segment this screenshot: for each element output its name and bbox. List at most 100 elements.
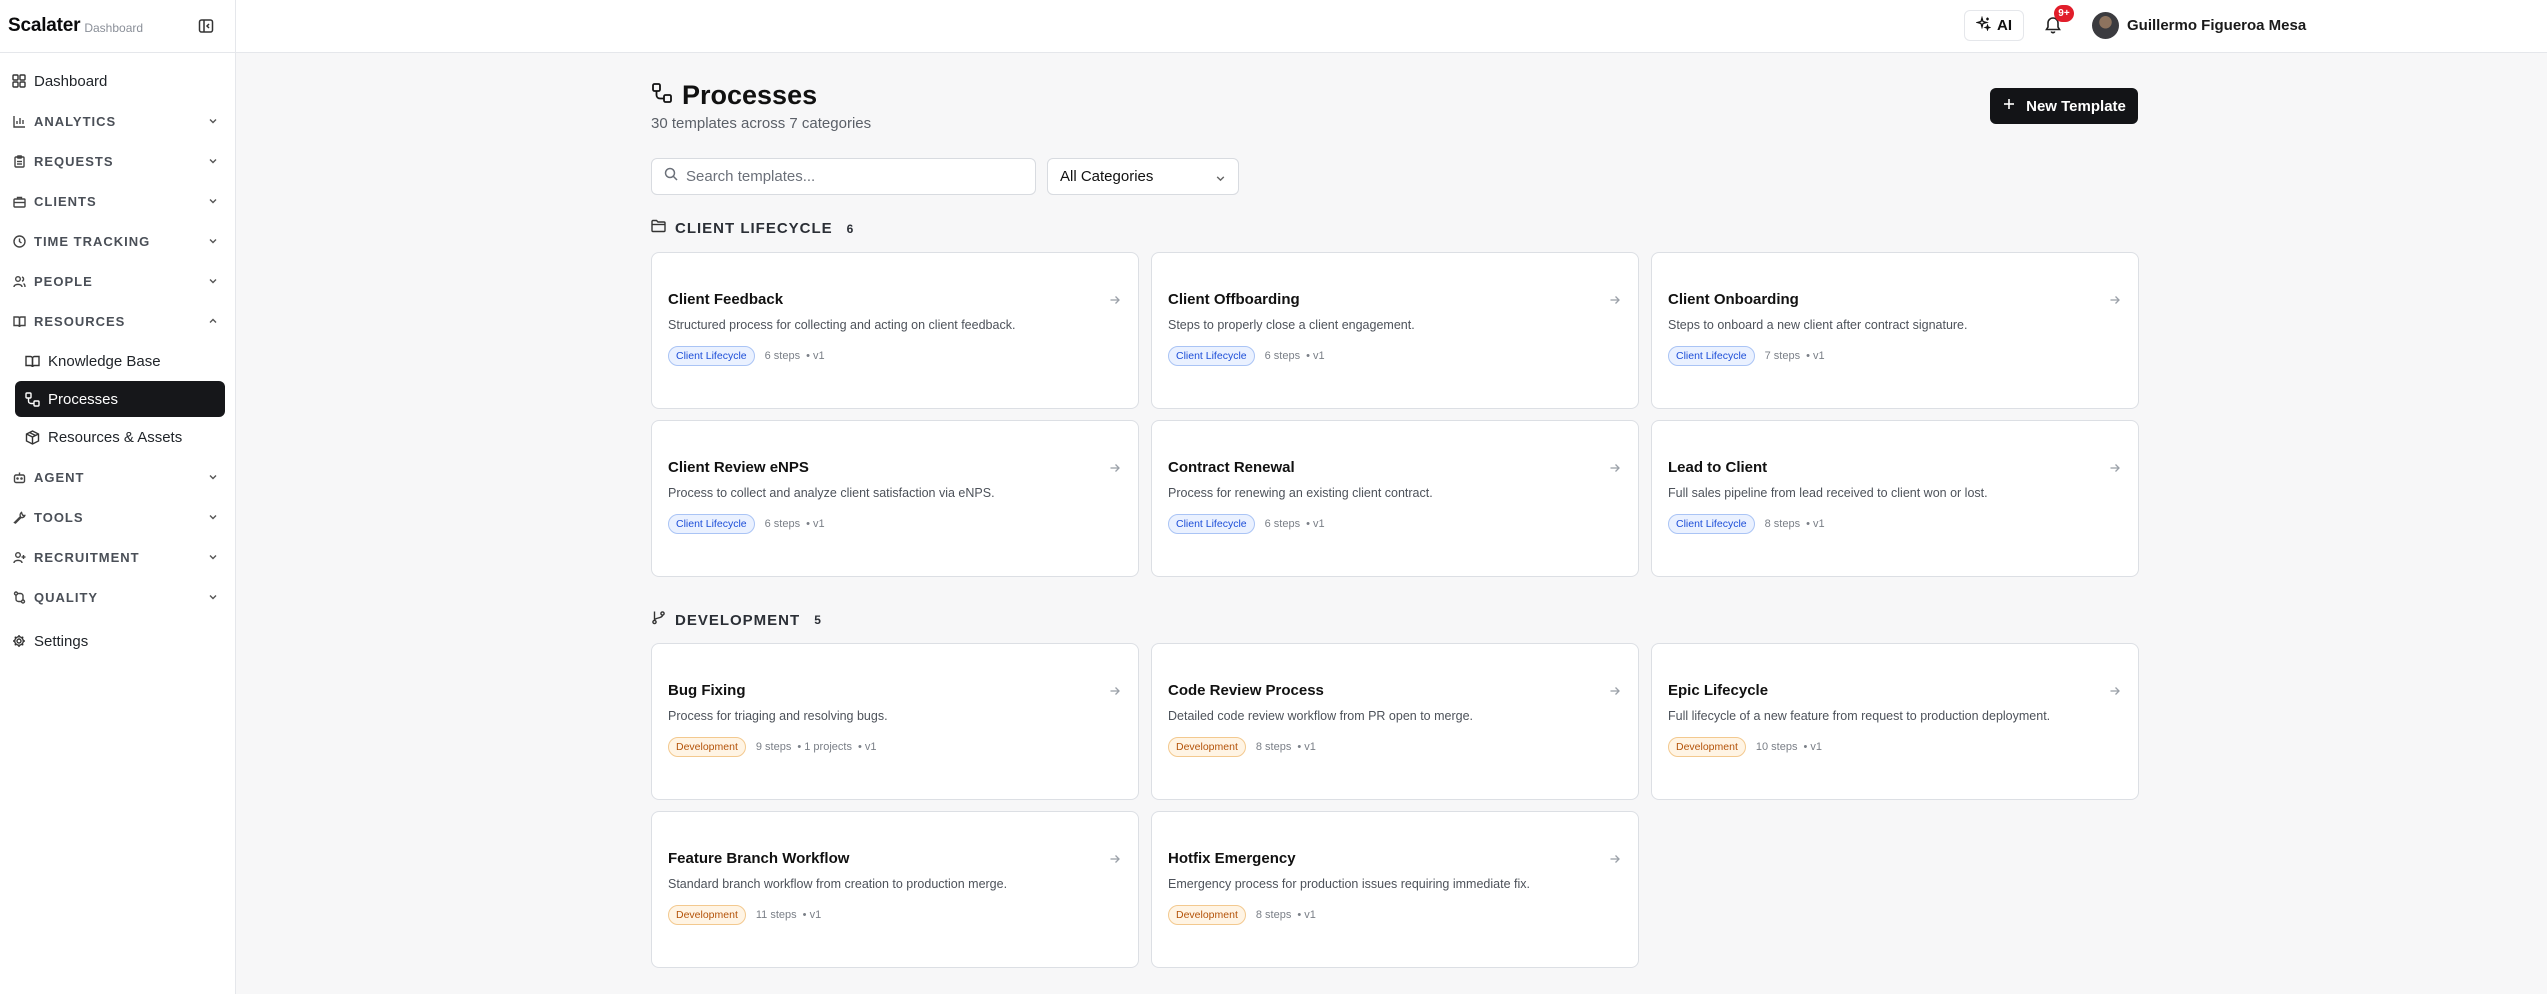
arrow-right-icon [2109,293,2121,311]
sidebar-section-requests[interactable]: REQUESTS [0,141,235,181]
sidebar-item-knowledge-base[interactable]: Knowledge Base [15,343,225,379]
arrow-right-icon [1109,852,1121,870]
version-label: • v1 [802,909,822,921]
template-card[interactable]: Client Feedback Structured process for c… [651,252,1139,409]
card-description: Process to collect and analyze client sa… [668,486,995,500]
version-label: • v1 [806,518,825,530]
folder-icon [651,219,666,238]
search-icon [664,167,678,186]
grid-icon [12,74,26,88]
sidebar-item-processes[interactable]: Processes [15,381,225,417]
card-title: Contract Renewal [1168,459,1295,476]
chevron-up-icon [206,314,220,328]
category-tag: Development [1168,737,1246,757]
sidebar-section-recruitment[interactable]: RECRUITMENT [0,537,235,577]
version-label: • v1 [857,741,877,753]
sidebar-item-label: Processes [48,390,119,408]
card-title: Bug Fixing [668,682,746,699]
sidebar-item-label: Resources & Assets [48,428,183,446]
arrow-right-icon [2109,461,2121,479]
card-meta: Development 11 steps • v1 [668,905,821,925]
sidebar-nav: Dashboard ANALYTICS REQUESTS CLIENTS TIM… [0,53,235,661]
sidebar-item-resources-assets[interactable]: Resources & Assets [15,419,225,455]
template-card[interactable]: Bug Fixing Process for triaging and reso… [651,643,1139,800]
user-name[interactable]: Guillermo Figueroa Mesa [2127,17,2306,34]
ai-button[interactable]: AI [1964,10,2024,41]
steps-count: 9 steps [755,741,792,753]
sidebar-section-people[interactable]: PEOPLE [0,261,235,301]
sidebar-section-label: RESOURCES [34,313,126,329]
sidebar-item-label: Dashboard [34,72,108,90]
card-description: Detailed code review workflow from PR op… [1168,709,1473,723]
card-meta: Development 10 steps • v1 [1668,737,1822,757]
category-tag: Client Lifecycle [1168,346,1255,366]
clipboard-icon [12,154,26,168]
page-subtitle: 30 templates across 7 categories [651,115,872,132]
sidebar-section-quality[interactable]: QUALITY [0,577,235,617]
category-tag: Client Lifecycle [668,346,755,366]
plus-icon [2002,97,2016,116]
sidebar-section-clients[interactable]: CLIENTS [0,181,235,221]
page-title: Processes [682,80,818,110]
template-card[interactable]: Client Offboarding Steps to properly clo… [1151,252,1639,409]
card-meta: Development 8 steps • v1 [1168,905,1316,925]
steps-count: 10 steps [1755,741,1798,753]
steps-count: 8 steps [1764,518,1801,530]
chevron-down-icon [206,154,220,168]
sidebar-section-label: PEOPLE [34,273,93,289]
category-tag: Development [1668,737,1746,757]
card-meta: Client Lifecycle 6 steps • v1 [1168,514,1325,534]
sidebar-section-tools[interactable]: TOOLS [0,497,235,537]
sidebar-section-label: AGENT [34,469,85,485]
chevron-down-icon [206,114,220,128]
avatar[interactable] [2092,12,2119,39]
sidebar-section-agent[interactable]: AGENT [0,457,235,497]
steps-count: 6 steps [1264,350,1301,362]
template-card[interactable]: Code Review Process Detailed code review… [1151,643,1639,800]
category-tag: Development [668,737,746,757]
arrow-right-icon [1109,461,1121,479]
bar-chart-icon [12,114,26,128]
sidebar-section-analytics[interactable]: ANALYTICS [0,101,235,141]
template-card[interactable]: Lead to Client Full sales pipeline from … [1651,420,2139,577]
group-header-client-lifecycle: CLIENT LIFECYCLE 6 [651,219,853,238]
category-select[interactable]: All Categories [1047,158,1239,195]
version-label: • v1 [1806,350,1825,362]
template-card[interactable]: Epic Lifecycle Full lifecycle of a new f… [1651,643,2139,800]
sidebar-item-dashboard[interactable]: Dashboard [0,61,235,101]
sidebar-toggle-icon[interactable] [196,16,216,36]
search-input[interactable] [686,168,1006,185]
card-description: Emergency process for production issues … [1168,877,1530,891]
version-label: • v1 [806,350,825,362]
template-card[interactable]: Hotfix Emergency Emergency process for p… [1151,811,1639,968]
sidebar-item-settings[interactable]: Settings [0,621,235,661]
card-title: Epic Lifecycle [1668,682,1769,699]
sidebar-item-label: Settings [34,632,89,650]
wrench-icon [12,510,26,524]
steps-count: 6 steps [764,350,801,362]
template-card[interactable]: Feature Branch Workflow Standard branch … [651,811,1139,968]
template-card[interactable]: Client Onboarding Steps to onboard a new… [1651,252,2139,409]
template-card[interactable]: Contract Renewal Process for renewing an… [1151,420,1639,577]
group-count: 6 [846,221,854,236]
card-title: Client Offboarding [1168,291,1300,308]
sidebar-section-resources[interactable]: RESOURCES [0,301,235,341]
card-description: Steps to properly close a client engagem… [1168,318,1415,332]
new-template-label: New Template [2026,97,2126,115]
card-meta: Client Lifecycle 6 steps • v1 [1168,346,1325,366]
chevron-down-icon [206,194,220,208]
sidebar-section-label: ANALYTICS [34,113,117,129]
user-plus-icon [12,550,26,564]
projects-count: • 1 projects [797,741,852,753]
template-card[interactable]: Client Review eNPS Process to collect an… [651,420,1139,577]
card-description: Process for renewing an existing client … [1168,486,1433,500]
arrow-right-icon [2109,684,2121,702]
book-icon [12,314,26,328]
arrow-right-icon [1109,684,1121,702]
sidebar-section-time-tracking[interactable]: TIME TRACKING [0,221,235,261]
new-template-button[interactable]: New Template [1990,88,2138,124]
card-title: Feature Branch Workflow [668,850,850,867]
chevron-down-icon [206,470,220,484]
card-title: Client Onboarding [1668,291,1799,308]
group-label: CLIENT LIFECYCLE [675,220,833,237]
